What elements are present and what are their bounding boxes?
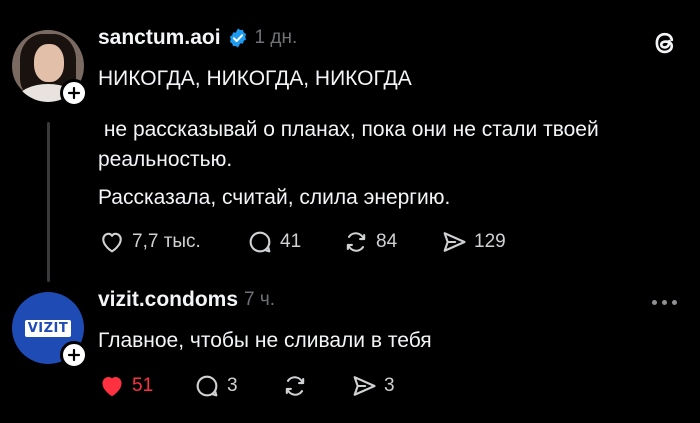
share-count: 129 bbox=[474, 231, 506, 252]
reply-like-count: 51 bbox=[132, 375, 154, 396]
post-text-line-4: Рассказала, считай, слила энергию. bbox=[98, 186, 451, 209]
heart-filled-icon bbox=[102, 377, 122, 397]
reply-follow-button[interactable] bbox=[60, 341, 88, 369]
follow-button[interactable] bbox=[60, 79, 88, 107]
plus-icon bbox=[67, 348, 81, 362]
heart-icon bbox=[102, 232, 122, 253]
post-text-line-2: не рассказывай о планах, пока они не ста… bbox=[98, 118, 599, 141]
reply-like-button[interactable]: 51 bbox=[98, 372, 153, 400]
comment-count: 41 bbox=[280, 231, 302, 252]
send-icon bbox=[353, 376, 376, 396]
reply-share-button[interactable]: 3 bbox=[350, 372, 395, 400]
thread-line bbox=[47, 122, 50, 282]
reply-text: Главное, чтобы не сливали в тебя bbox=[98, 329, 432, 352]
repost-icon bbox=[346, 232, 366, 252]
reply-username[interactable]: vizit.condoms bbox=[98, 288, 238, 312]
plus-icon bbox=[67, 86, 81, 100]
threads-logo-icon[interactable] bbox=[650, 28, 680, 58]
reply-repost-button[interactable] bbox=[281, 372, 309, 400]
comment-icon bbox=[196, 375, 218, 397]
like-count: 7,7 тыс. bbox=[132, 231, 201, 252]
repost-icon bbox=[285, 376, 305, 396]
reply-time: 7 ч. bbox=[244, 289, 276, 310]
post-text-line-3: реальностью. bbox=[98, 148, 233, 171]
send-icon bbox=[443, 232, 466, 252]
comment-button[interactable]: 41 bbox=[246, 228, 301, 256]
comment-icon bbox=[249, 231, 271, 253]
reply-comment-count: 3 bbox=[227, 375, 238, 396]
repost-count: 84 bbox=[376, 231, 398, 252]
like-button[interactable]: 7,7 тыс. bbox=[98, 228, 201, 256]
reply-comment-button[interactable]: 3 bbox=[193, 372, 238, 400]
reply-share-count: 3 bbox=[384, 375, 395, 396]
vizit-logo: VIZIT bbox=[24, 319, 72, 337]
post-text-line-1: НИКОГДА, НИКОГДА, НИКОГДА bbox=[98, 67, 412, 90]
repost-button[interactable]: 84 bbox=[342, 228, 397, 256]
post-username[interactable]: sanctum.aoi bbox=[98, 26, 221, 50]
more-options-icon[interactable] bbox=[652, 300, 677, 305]
post-time: 1 дн. bbox=[254, 27, 298, 48]
share-button[interactable]: 129 bbox=[440, 228, 506, 256]
verified-badge-icon bbox=[227, 27, 249, 49]
